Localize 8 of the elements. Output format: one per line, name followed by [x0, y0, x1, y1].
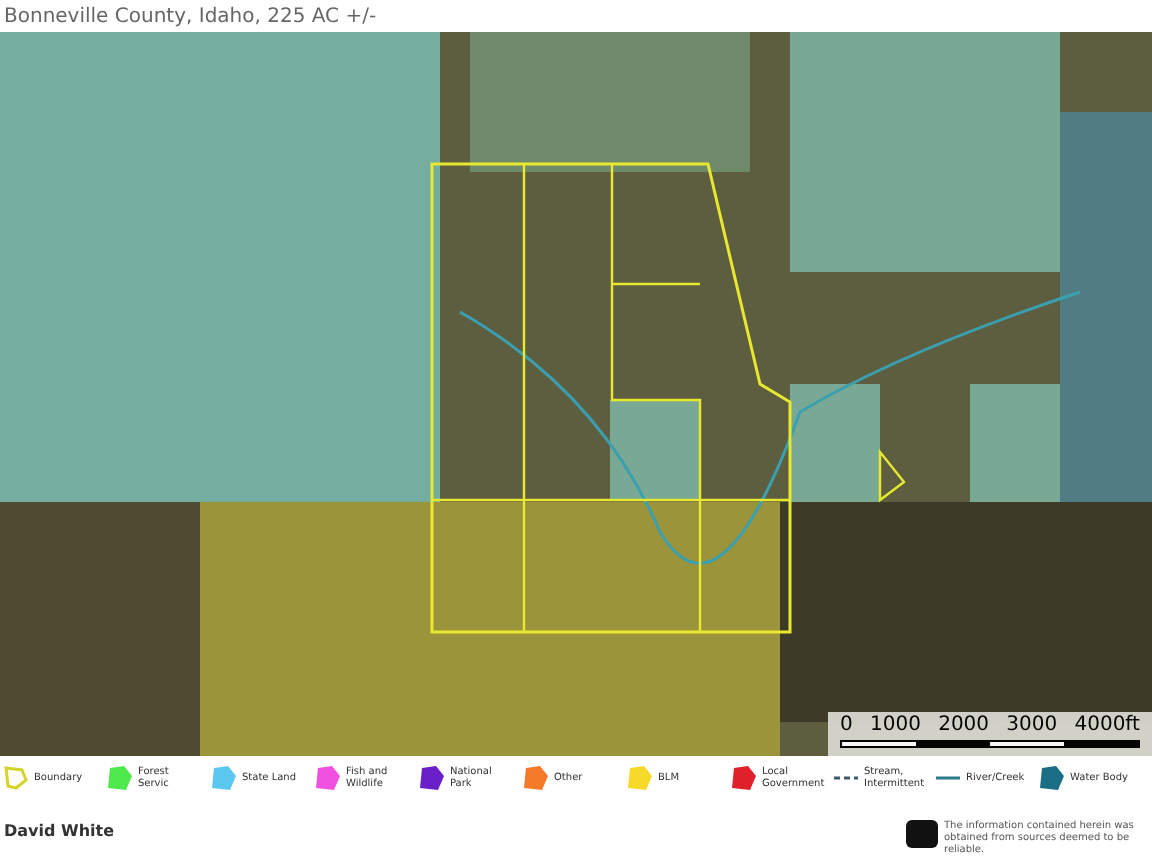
scale-label: 4000ft: [1074, 714, 1140, 736]
scale-label: 1000: [870, 714, 921, 736]
agent-name: David White: [4, 820, 115, 844]
scale-label: 0: [840, 714, 853, 736]
scale-label: 2000: [938, 714, 990, 736]
scale-label: 3000: [1006, 714, 1058, 736]
logo-icon: [906, 820, 938, 848]
map-subtitle: Bonneville County, Idaho, 225 AC +/-: [4, 6, 377, 30]
